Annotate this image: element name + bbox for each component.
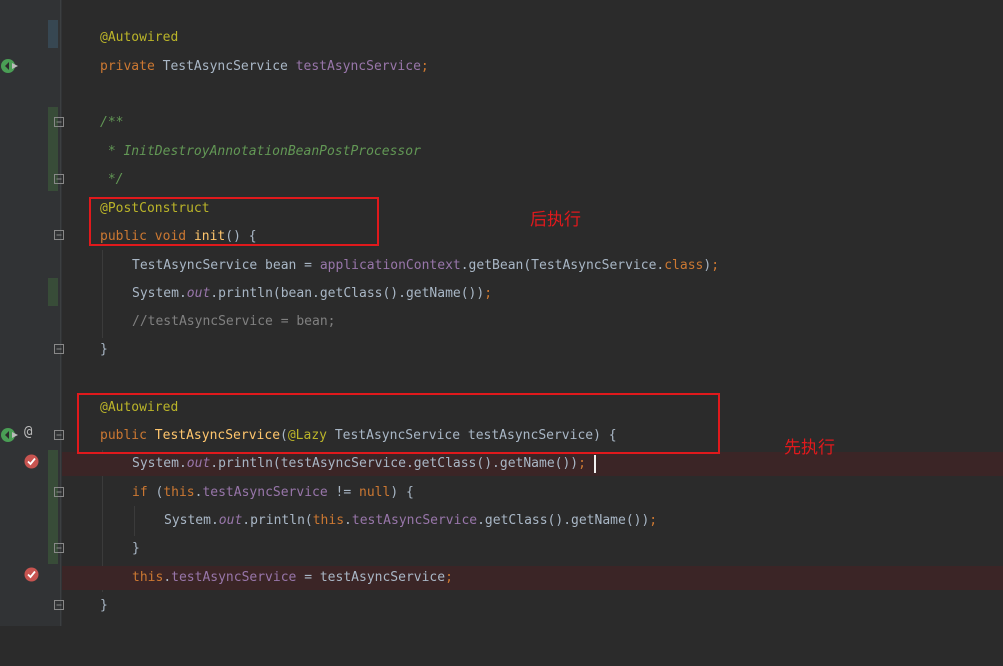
semicolon-token: ; — [649, 513, 658, 528]
constructor-highlight-box — [77, 393, 720, 454]
semicolon-token: ; — [484, 286, 493, 301]
post-construct-note: 后执行 — [530, 210, 581, 230]
code-text: = testAsyncService — [296, 570, 446, 585]
type-token: TestAsyncService — [154, 59, 296, 74]
doc-comment: /** — [100, 115, 124, 130]
code-text: ) { — [390, 485, 414, 500]
field-token: testAsyncService — [351, 513, 478, 528]
keyword-token: private — [100, 59, 155, 74]
doc-comment: */ — [100, 172, 124, 187]
line-comment: //testAsyncService = bean; — [132, 314, 336, 329]
code-text: .println(bean.getClass().getName()) — [210, 286, 485, 301]
code-text: System. — [132, 456, 187, 471]
code-text: TestAsyncService bean = — [132, 258, 320, 273]
code-text: } — [100, 598, 108, 613]
keyword-token: class — [664, 258, 704, 273]
code-line[interactable]: if (this.testAsyncService != null) { — [62, 481, 1003, 505]
code-line[interactable]: @Autowired — [62, 26, 1003, 50]
field-token: testAsyncService — [295, 59, 421, 74]
gutter-separator — [60, 0, 61, 626]
field-token: out — [186, 286, 211, 301]
code-line[interactable]: * InitDestroyAnnotationBeanPostProcessor — [62, 140, 1003, 164]
spring-bean-icon[interactable] — [0, 57, 20, 75]
keyword-token: if — [132, 485, 148, 500]
field-token: out — [186, 456, 211, 471]
code-line[interactable]: } — [62, 537, 1003, 561]
field-token: testAsyncService — [202, 485, 328, 500]
code-line[interactable]: TestAsyncService bean = applicationConte… — [62, 254, 1003, 278]
code-line[interactable]: //testAsyncService = bean; — [62, 310, 1003, 334]
keyword-token: this — [163, 485, 195, 500]
spring-bean-icon[interactable] — [0, 426, 20, 444]
code-text: } — [100, 342, 108, 357]
breakpoint-line[interactable]: System.out.println(testAsyncService.getC… — [62, 452, 1003, 476]
code-line[interactable]: System.out.println(bean.getClass().getNa… — [62, 282, 1003, 306]
field-token: applicationContext — [319, 258, 461, 273]
change-marker — [48, 278, 58, 306]
keyword-token: this — [132, 570, 164, 585]
at-icon[interactable]: @ — [24, 424, 32, 440]
breakpoint-line[interactable]: this.testAsyncService = testAsyncService… — [62, 566, 1003, 590]
code-text: System. — [164, 513, 219, 528]
code-area[interactable]: @Autowired private TestAsyncService test… — [62, 0, 1003, 626]
semicolon-token: ; — [711, 258, 720, 273]
code-text: .println(testAsyncService.getClass().get… — [210, 456, 579, 471]
annotation-token: @Autowired — [100, 30, 179, 45]
field-token: testAsyncService — [171, 570, 297, 585]
code-line[interactable]: /** — [62, 111, 1003, 135]
code-text: . — [163, 570, 172, 585]
gutter[interactable] — [0, 0, 48, 626]
constructor-note: 先执行 — [784, 438, 835, 458]
code-text: } — [132, 541, 140, 556]
code-text: . — [344, 513, 352, 528]
semicolon-token: ; — [420, 59, 429, 74]
semicolon-token: ; — [445, 570, 453, 585]
doc-comment: * InitDestroyAnnotationBeanPostProcessor — [100, 144, 421, 159]
code-line[interactable]: System.out.println(this.testAsyncService… — [62, 509, 1003, 533]
code-line[interactable]: private TestAsyncService testAsyncServic… — [62, 55, 1003, 79]
code-text: .println( — [242, 513, 313, 528]
code-text: ( — [147, 485, 164, 500]
semicolon-token: ; — [578, 456, 586, 471]
text-caret — [594, 455, 596, 473]
change-marker — [48, 20, 58, 48]
field-token: out — [218, 513, 243, 528]
code-text: != — [327, 485, 359, 500]
code-line[interactable]: } — [62, 338, 1003, 362]
code-text: System. — [132, 286, 187, 301]
keyword-token: null — [359, 485, 391, 500]
post-construct-highlight-box — [89, 197, 379, 246]
code-text: .getClass().getName()) — [477, 513, 650, 528]
code-line[interactable]: } — [62, 594, 1003, 618]
code-editor[interactable]: @ @Autowired private TestAsyncService te… — [0, 0, 1003, 626]
keyword-token: this — [312, 513, 345, 528]
code-line[interactable]: */ — [62, 168, 1003, 192]
breakpoint-icon[interactable] — [24, 454, 39, 469]
breakpoint-icon[interactable] — [24, 567, 39, 582]
code-text: .getBean(TestAsyncService. — [460, 258, 665, 273]
